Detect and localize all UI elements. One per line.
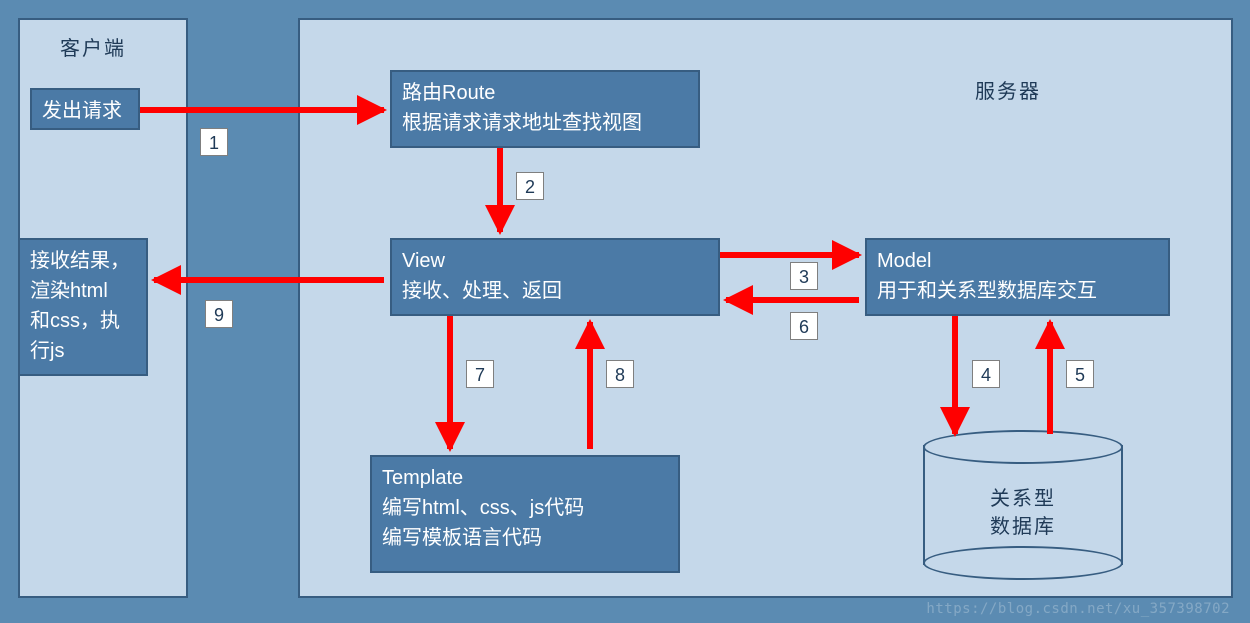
box-result-line4: 行js xyxy=(30,336,136,366)
client-panel-title: 客户端 xyxy=(60,32,126,61)
box-model-line1: Model xyxy=(877,246,1158,276)
box-view: View 接收、处理、返回 xyxy=(390,238,720,316)
box-route-line1: 路由Route xyxy=(402,78,688,108)
step-3: 3 xyxy=(790,262,818,290)
box-template-line1: Template xyxy=(382,463,668,493)
box-template: Template 编写html、css、js代码 编写模板语言代码 xyxy=(370,455,680,573)
step-4: 4 xyxy=(972,360,1000,388)
box-request: 发出请求 xyxy=(30,88,140,130)
box-template-line2: 编写html、css、js代码 xyxy=(382,493,668,523)
box-template-line3: 编写模板语言代码 xyxy=(382,523,668,553)
watermark: https://blog.csdn.net/xu_357398702 xyxy=(926,601,1230,617)
db-label-line1: 关系型 xyxy=(923,485,1123,513)
box-view-line2: 接收、处理、返回 xyxy=(402,276,708,306)
box-route: 路由Route 根据请求请求地址查找视图 xyxy=(390,70,700,148)
db-cylinder: 关系型 数据库 xyxy=(923,430,1123,580)
box-result: 接收结果， 渲染html 和css，执 行js xyxy=(18,238,148,376)
step-1: 1 xyxy=(200,128,228,156)
box-model-line2: 用于和关系型数据库交互 xyxy=(877,276,1158,306)
box-route-line2: 根据请求请求地址查找视图 xyxy=(402,108,688,138)
box-result-line2: 渲染html xyxy=(30,276,136,306)
step-6: 6 xyxy=(790,312,818,340)
step-5: 5 xyxy=(1066,360,1094,388)
step-8: 8 xyxy=(606,360,634,388)
step-7: 7 xyxy=(466,360,494,388)
box-view-line1: View xyxy=(402,246,708,276)
box-model: Model 用于和关系型数据库交互 xyxy=(865,238,1170,316)
box-result-line1: 接收结果， xyxy=(30,246,136,276)
server-panel-title: 服务器 xyxy=(975,75,1041,104)
box-result-line3: 和css，执 xyxy=(30,306,136,336)
step-2: 2 xyxy=(516,172,544,200)
step-9: 9 xyxy=(205,300,233,328)
box-request-label: 发出请求 xyxy=(42,96,128,126)
db-label-line2: 数据库 xyxy=(923,513,1123,541)
